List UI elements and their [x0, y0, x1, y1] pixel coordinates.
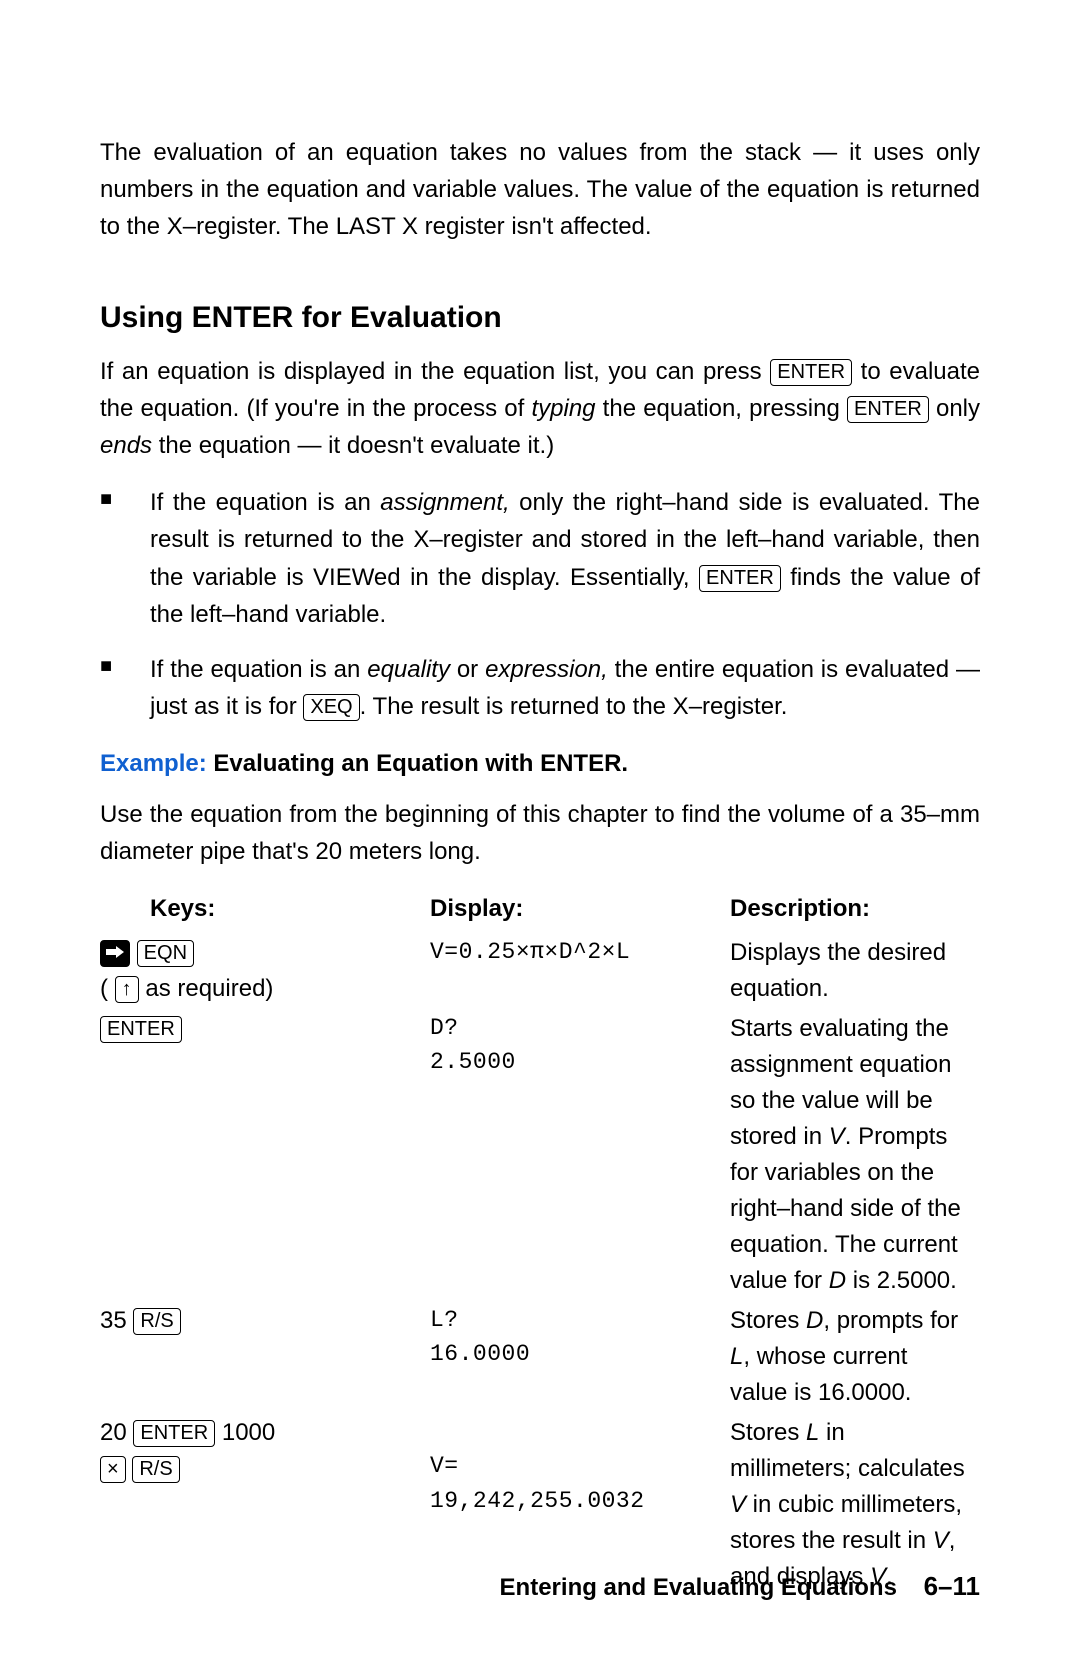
bullet-list: If the equation is an assignment, only t…	[100, 484, 980, 725]
list-item: If the equation is an assignment, only t…	[100, 484, 980, 633]
up-key: ↑	[115, 976, 139, 1003]
text-italic: V	[730, 1491, 746, 1518]
text: If the equation is an	[150, 489, 380, 516]
col-keys-header: Keys:	[100, 891, 430, 933]
display-text: V= 19,242,255.0032	[430, 1413, 730, 1597]
text: If the equation is an	[150, 656, 367, 683]
section-intro: If an equation is displayed in the equat…	[100, 353, 980, 465]
rs-key: R/S	[132, 1456, 179, 1483]
display-text: V=0.25×π×D^2×L	[430, 933, 730, 1009]
enter-key: ENTER	[847, 396, 929, 423]
display-text: L? 16.0000	[430, 1301, 730, 1413]
footer-title: Entering and Evaluating Equations	[500, 1574, 897, 1601]
text-italic: D	[806, 1307, 823, 1334]
text-italic: L	[730, 1343, 743, 1370]
display-line: D?	[430, 1015, 459, 1041]
multiply-key: ×	[100, 1456, 126, 1483]
text: or	[450, 656, 485, 683]
text: Stores	[730, 1419, 806, 1446]
text: . The result is returned to the X–regist…	[360, 693, 788, 720]
text-italic: V	[829, 1123, 845, 1150]
text: is 2.5000.	[846, 1267, 957, 1294]
text: , whose current value is 16.0000.	[730, 1343, 911, 1406]
steps-table: Keys: Display: Description: EQN ( ↑ as r…	[100, 891, 980, 1597]
text: as required)	[139, 975, 274, 1002]
table-row: EQN ( ↑ as required) V=0.25×π×D^2×L Disp…	[100, 933, 980, 1009]
text-italic: equality	[367, 656, 450, 683]
intro-paragraph: The evaluation of an equation takes no v…	[100, 134, 980, 246]
table-row: 35 R/S L? 16.0000 Stores D, prompts for …	[100, 1301, 980, 1413]
enter-key: ENTER	[699, 565, 781, 592]
text: 20	[100, 1419, 133, 1446]
display-line: 19,242,255.0032	[430, 1488, 645, 1514]
text-italic: L	[806, 1419, 819, 1446]
display-text: D? 2.5000	[430, 1009, 730, 1301]
text: 1000	[215, 1419, 275, 1446]
text-italic: assignment,	[380, 489, 509, 516]
display-line: V=	[430, 1453, 459, 1479]
table-header-row: Keys: Display: Description:	[100, 891, 980, 933]
col-display-header: Display:	[430, 891, 730, 933]
text-italic: D	[829, 1267, 846, 1294]
xeq-key: XEQ	[303, 694, 359, 721]
text: the equation — it doesn't evaluate it.)	[152, 432, 554, 459]
text-italic: typing	[531, 395, 595, 422]
page-number: 6–11	[924, 1571, 980, 1601]
shift-right-key	[100, 940, 130, 967]
example-paragraph: Use the equation from the beginning of t…	[100, 796, 980, 870]
example-title: Evaluating an Equation with ENTER.	[207, 750, 628, 777]
section-heading: Using ENTER for Evaluation	[100, 301, 980, 335]
description-text: Displays the desired equation.	[730, 933, 980, 1009]
table-row: ENTER D? 2.5000 Starts evaluating the as…	[100, 1009, 980, 1301]
text: , prompts for	[823, 1307, 958, 1334]
description-text: Stores D, prompts for L, whose current v…	[730, 1301, 980, 1413]
description-text: Starts evaluating the assignment equatio…	[730, 1009, 980, 1301]
display-line: L?	[430, 1307, 459, 1333]
text-italic: ends	[100, 432, 152, 459]
display-line: 2.5000	[430, 1049, 516, 1075]
col-desc-header: Description:	[730, 891, 980, 933]
text: only	[929, 395, 980, 422]
description-text: Stores L in millimeters; calculates V in…	[730, 1413, 980, 1597]
enter-key: ENTER	[100, 1016, 182, 1043]
display-line: 16.0000	[430, 1341, 530, 1367]
eqn-key: EQN	[137, 940, 194, 967]
rs-key: R/S	[133, 1308, 180, 1335]
page-footer: Entering and Evaluating Equations 6–11	[500, 1571, 980, 1602]
text: 35	[100, 1307, 133, 1334]
enter-key: ENTER	[770, 359, 852, 386]
text: in cubic millimeters, stores the result …	[730, 1491, 962, 1554]
text: If an equation is displayed in the equat…	[100, 358, 770, 385]
text: the equation, pressing	[596, 395, 848, 422]
table-row: 20 ENTER 1000 × R/S V= 19,242,255.0032 S…	[100, 1413, 980, 1597]
text-italic: V	[933, 1527, 949, 1554]
text: Stores	[730, 1307, 806, 1334]
example-heading: Example: Evaluating an Equation with ENT…	[100, 750, 980, 778]
example-label: Example:	[100, 750, 207, 777]
enter-key: ENTER	[133, 1420, 215, 1447]
text-italic: expression,	[485, 656, 608, 683]
list-item: If the equation is an equality or expres…	[100, 651, 980, 725]
